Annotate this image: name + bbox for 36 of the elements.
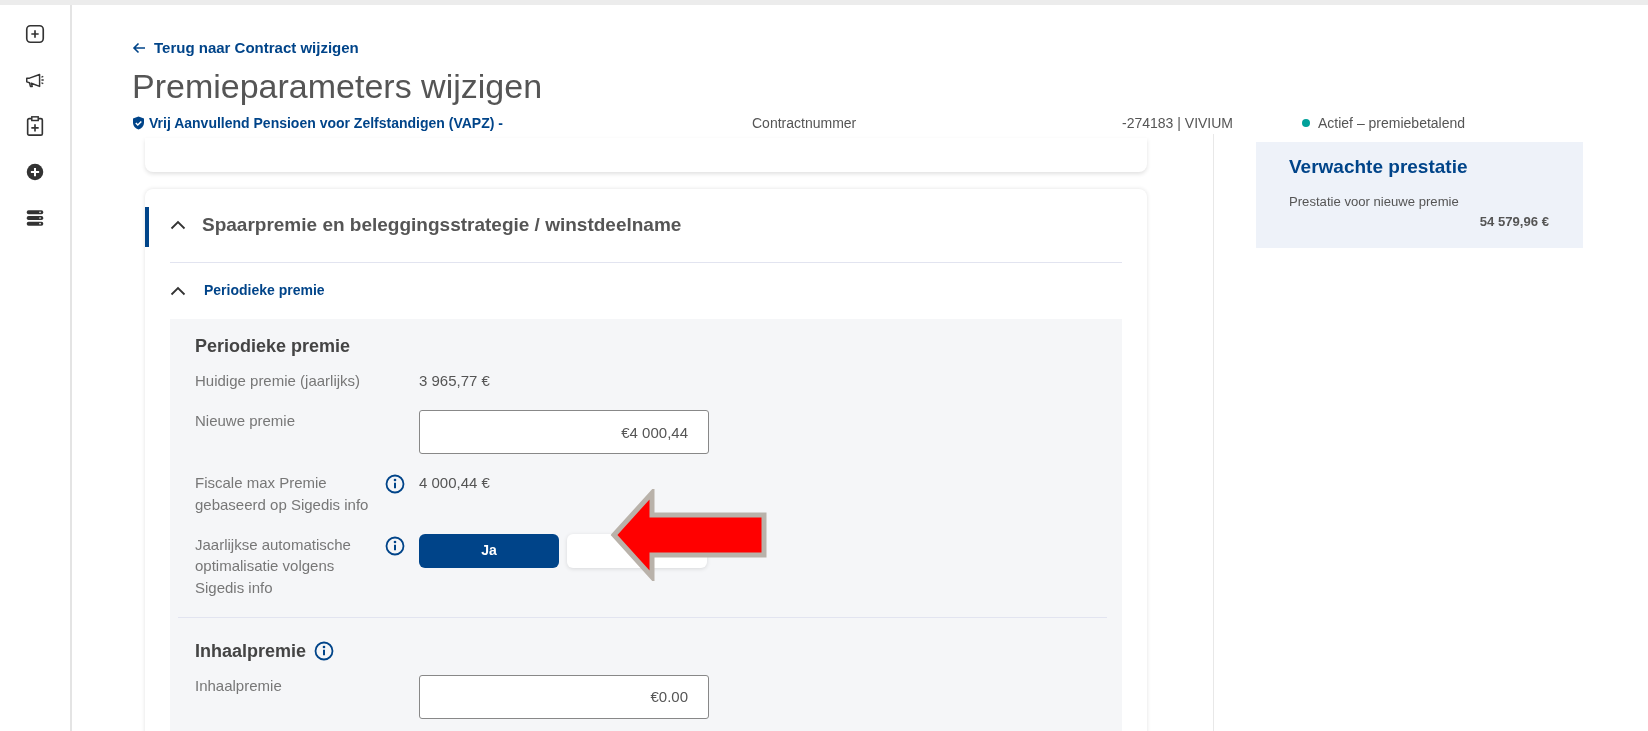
field-value: 3 965,77 € <box>419 370 491 391</box>
info-icon[interactable] <box>385 535 405 556</box>
arrow-left-icon <box>132 41 146 56</box>
panel-value: 54 579,96 € <box>1478 213 1549 232</box>
field-label: Nieuwe premie <box>195 411 297 432</box>
amount-field[interactable]: €4 000,44 <box>419 410 709 455</box>
product-name: Vrij Aanvullend Pensioen voor Zelfstandigen (VAPZ) - <box>149 113 503 133</box>
subsection-link[interactable]: Periodieke premie <box>204 280 325 302</box>
add-circle-icon[interactable] <box>24 161 46 183</box>
panel-label: Prestatie voor nieuwe premie <box>1289 193 1460 212</box>
field-label: Inhaalpremie <box>195 675 283 696</box>
arrow-left-icon <box>610 489 768 581</box>
field-value: 4 000,44 € <box>419 473 491 494</box>
field-label: Fiscale max Premie gebaseerd op Sigedis info <box>195 473 370 515</box>
add-square-icon[interactable] <box>24 23 46 45</box>
field-label: Huidige premie (jaarlijks) <box>195 370 362 391</box>
contract-number-label: Contractnummer <box>752 113 858 133</box>
server-icon[interactable] <box>24 207 46 229</box>
group-heading: Periodieke premie <box>195 334 352 358</box>
toggle-option[interactable]: Ja <box>419 533 559 568</box>
chevron-icon[interactable] <box>170 285 186 296</box>
contract-number: -274183 | VIVIUM <box>1122 113 1235 133</box>
status-label: Actief – premiebetalend <box>1318 113 1466 133</box>
active-indicator <box>145 206 149 247</box>
field-label: Jaarlijkse automatische optimalisatie volgens Sigedis info <box>195 534 352 599</box>
amount-field[interactable]: €0.00 <box>419 674 709 719</box>
clipboard-plus-icon[interactable] <box>24 115 46 137</box>
chevron-icon[interactable] <box>170 220 186 231</box>
section-title: Spaarpremie en beleggingsstrategie / winstdeelname <box>202 212 682 237</box>
page-title: Premieparameters wijzigen <box>132 65 544 107</box>
info-icon[interactable] <box>314 641 335 662</box>
panel-title: Verwachte prestatie <box>1289 155 1469 179</box>
info-icon[interactable] <box>385 474 405 495</box>
back-link[interactable]: Terug naar Contract wijzigen <box>132 37 359 60</box>
group-heading: Inhaalpremie <box>195 639 307 663</box>
shield-check-icon <box>132 116 145 131</box>
